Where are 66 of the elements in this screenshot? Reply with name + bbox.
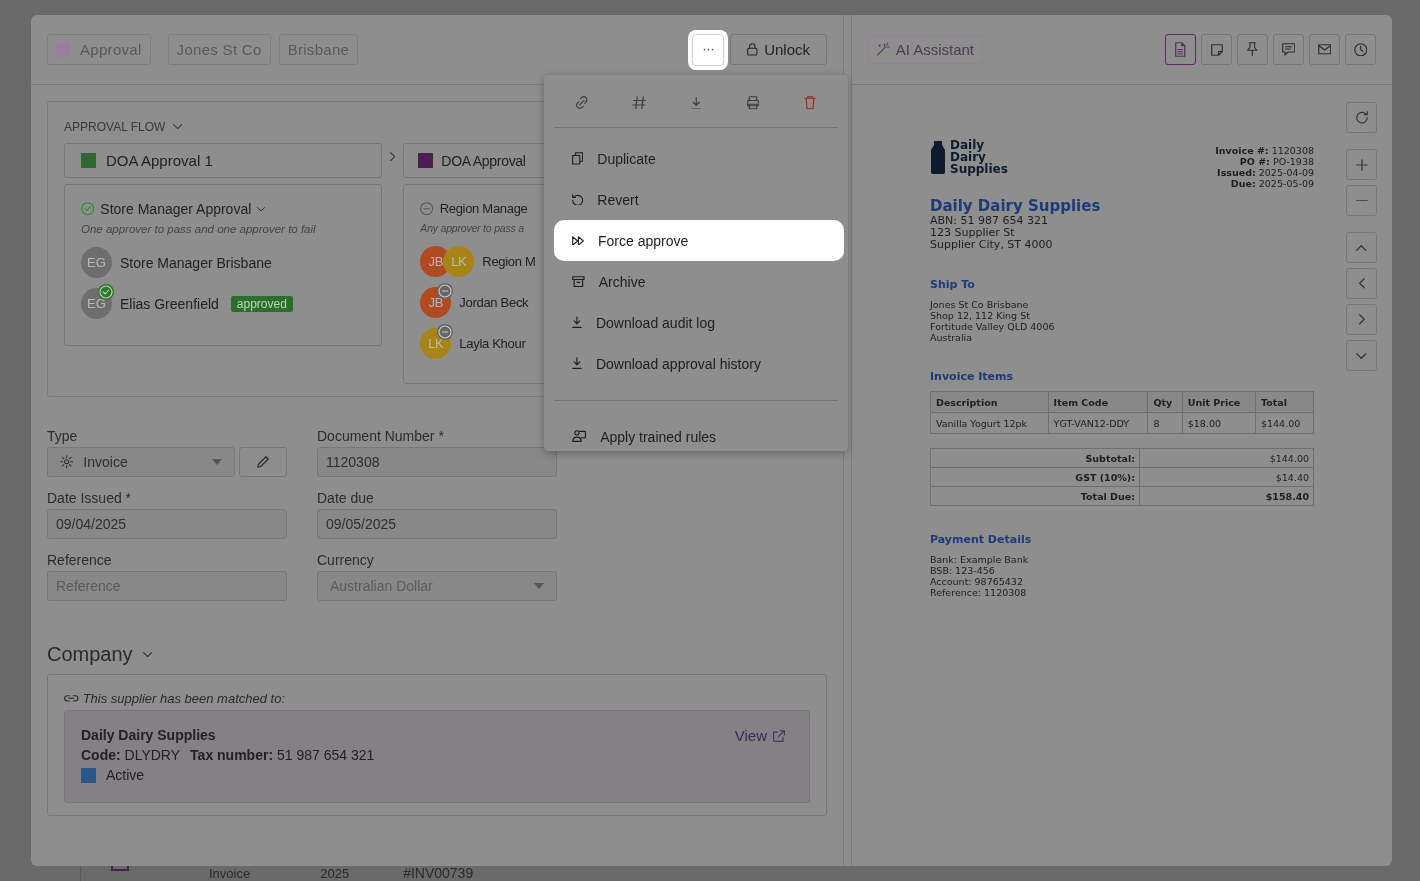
avatar: LK [443, 246, 475, 277]
column-header: Description [930, 391, 1049, 413]
supplier-code: Code: DLYDRY [81, 747, 181, 763]
supplier-name: Daily Dairy Supplies [81, 727, 217, 743]
table-cell: YGT-VAN12-DDY [1048, 412, 1148, 434]
company-logo: Daily Dairy Supplies [930, 137, 1008, 177]
field-label: Currency [317, 552, 375, 568]
table-cell: $144.00 [1255, 412, 1314, 434]
approver-name: Elias Greenfield [120, 295, 219, 312]
column-header: Unit Price [1182, 391, 1256, 413]
invoice-meta: Issued: 2025-04-09 [1216, 167, 1314, 178]
invoice-meta: Due: 2025-05-09 [1229, 178, 1314, 189]
section-title: APPROVAL FLOW [64, 120, 166, 134]
column-header: Qty [1147, 391, 1183, 413]
invoice-meta: Invoice #: 1120308 [1215, 145, 1314, 156]
approver-name: Region M [482, 254, 536, 269]
column-header: Item Code [1048, 391, 1148, 413]
address-line: Reference: 1120308 [930, 587, 1028, 598]
table-cell: Vanilla Yogurt 12pk [930, 412, 1049, 434]
section-heading: Invoice Items [930, 370, 1015, 383]
address-line: Account: 98765432 [930, 576, 1024, 587]
stage-name: DOA Approval [441, 152, 526, 169]
total-value: $14.40 [1139, 467, 1314, 487]
rule-text: Any approver to pass a [420, 222, 525, 234]
address-line: ABN: 51 987 654 321 [930, 215, 1049, 227]
total-value: $144.00 [1139, 448, 1314, 468]
approver-name: Layla Khour [459, 336, 526, 351]
supplier-heading: Daily Dairy Supplies [930, 197, 1102, 215]
table-cell: #INV00739 [403, 865, 474, 881]
address-line: Fortitude Valley QLD 4006 [930, 321, 1056, 332]
status-label: Active [106, 767, 145, 783]
address-line: BSB: 123-456 [930, 565, 996, 576]
invoice-meta: PO #: PO-1938 [1238, 156, 1314, 167]
status-badge: approved [230, 295, 293, 312]
address-line: 123 Supplier St [930, 227, 1016, 239]
tax-number: Tax number: 51 987 654 321 [190, 747, 375, 763]
step-title: Store Manager Approval [100, 201, 252, 217]
address-line: Bank: Example Bank [930, 554, 1030, 565]
table-cell: 8 [1147, 412, 1183, 434]
stage-name: DOA Approval 1 [106, 152, 213, 169]
total-label: Subtotal: [930, 448, 1140, 468]
field-label: Date Issued * [47, 490, 133, 506]
section-title: Company [47, 643, 133, 666]
field-label: Date due [317, 490, 375, 506]
table-cell: 2025 [320, 866, 350, 881]
avatar: EG [81, 247, 112, 278]
address-line: Supplier City, ST 4000 [930, 239, 1054, 251]
total-label: GST (10%): [930, 467, 1140, 487]
table-cell: $18.00 [1182, 412, 1256, 434]
field-label: Document Number * [317, 428, 445, 444]
field-label: Type [47, 428, 79, 444]
rule-text: One approver to pass and one approver to fail [81, 223, 317, 235]
total-value: $158.40 [1139, 486, 1314, 506]
field-label: Reference [47, 552, 113, 568]
address-line: Australia [930, 332, 974, 343]
section-heading: Payment Details [930, 533, 1033, 546]
address-line: Shop 12, 112 King St [930, 310, 1031, 321]
step-title: Region Manage [439, 201, 528, 216]
table-cell: Invoice [209, 866, 251, 881]
match-note: This supplier has been matched to: [82, 691, 285, 706]
section-heading: Ship To [930, 278, 976, 291]
approver-name: Store Manager Brisbane [120, 254, 272, 271]
approver-name: Jordan Beck [459, 295, 529, 310]
address-line: Jones St Co Brisbane [930, 299, 1030, 310]
total-label: Total Due: [930, 486, 1140, 506]
column-header: Total [1255, 391, 1314, 413]
